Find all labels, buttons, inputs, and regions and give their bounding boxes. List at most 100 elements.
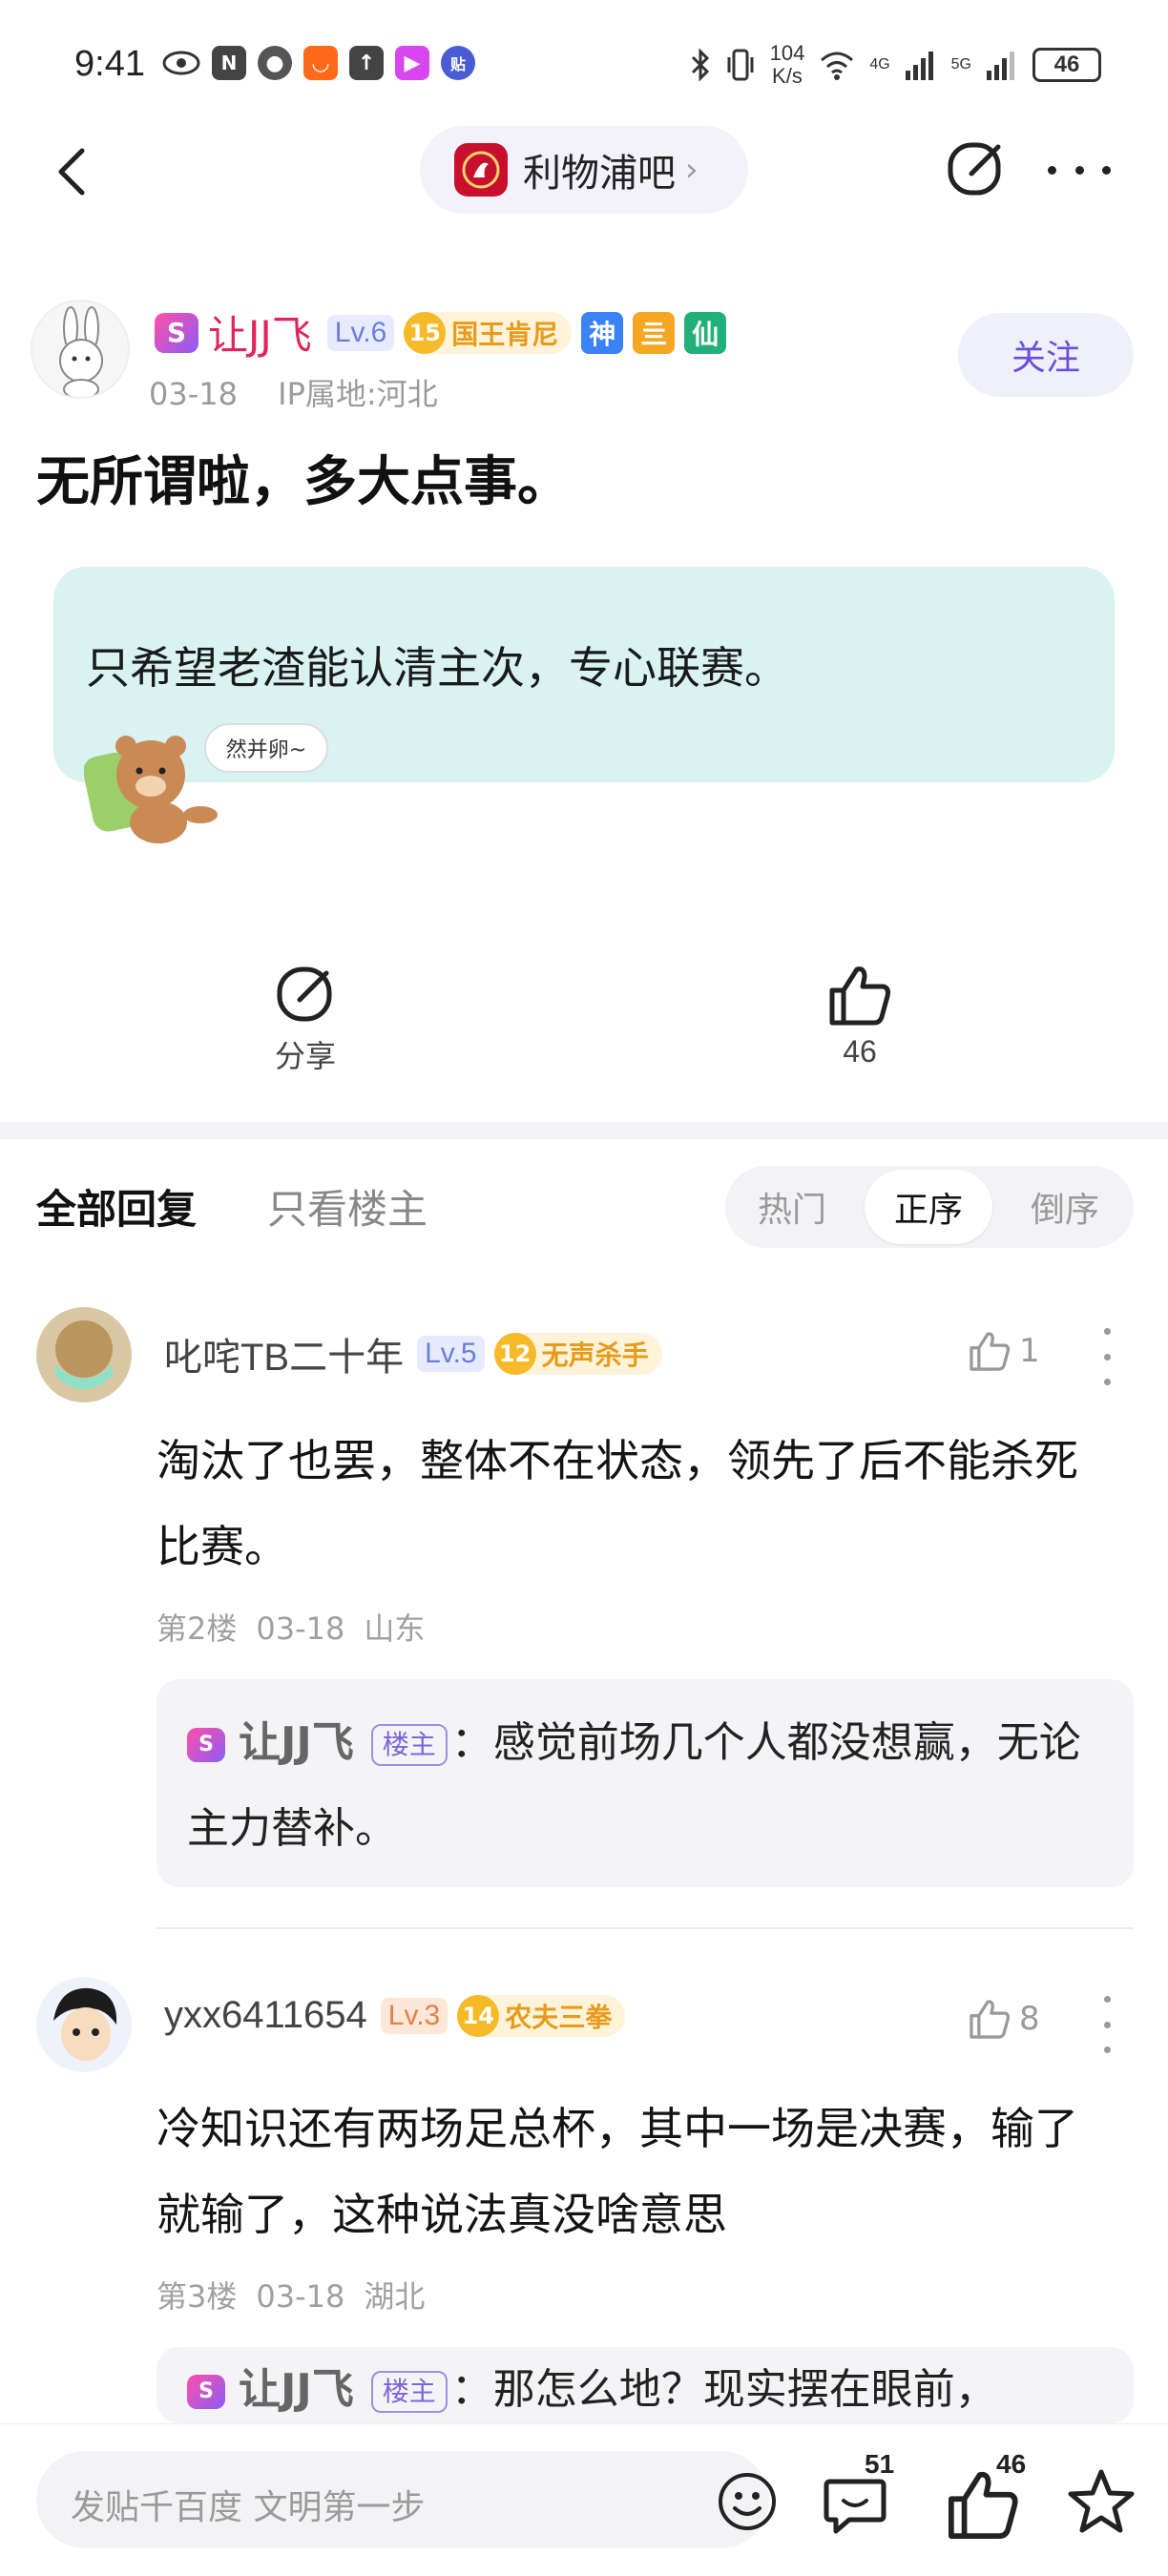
sub-reply-author[interactable]: 让JJ飞 [239,2365,354,2414]
nav-bar: 利物浦吧 › [0,124,1168,219]
comment-header: yxx6411654 Lv.3 14 农夫三拳 [164,1994,626,2037]
honor-level: 14 [457,1994,500,2037]
taobao-icon: ◡ [303,46,338,80]
sort-hot[interactable]: 热门 [725,1166,859,1248]
chevron-right-icon: › [685,151,699,189]
post-title: 无所谓啦，多大点事。 [36,451,571,513]
comment-date: 03-18 [256,2278,345,2315]
comment-like-count: 1 [1019,1332,1040,1370]
share-icon [277,966,332,1022]
comment-like-button[interactable]: 1 [968,1330,1040,1372]
share-button[interactable]: 分享 [275,964,336,1076]
author-line: S 让JJ飞 Lv.6 15 国王肯尼 神 亖 仙 [155,303,727,362]
signal-icon [905,52,933,80]
sub-reply[interactable]: S 让JJ飞 楼主 ：感觉前场几个人都没想赢，无论主力替补。 [156,1679,1134,1887]
badge-shen: 神 [581,311,624,354]
reply-input[interactable]: 发贴千百度 文明第一步 [36,2451,776,2548]
like-count: 46 [843,1034,877,1069]
author-level-badge: Lv.6 [326,314,395,351]
sort-switcher: 热门 正序 倒序 [725,1166,1134,1248]
tab-op-only[interactable]: 只看楼主 [267,1177,428,1236]
tieba-icon: 贴 [441,46,475,80]
member-s-icon: S [155,312,198,353]
sub-reply-text: ：那怎么地？现实摆在眼前， [450,2365,997,2414]
reply-tabs: 全部回复 只看楼主 热门 正序 倒序 [0,1166,1168,1261]
tab-all-replies[interactable]: 全部回复 [36,1177,197,1236]
honor-level: 12 [493,1333,536,1375]
sort-ascending[interactable]: 正序 [865,1170,992,1244]
forum-name: 利物浦吧 [523,152,676,196]
speed-value: 104 [769,41,805,65]
mask-avatar-icon [36,1307,132,1402]
comment-date: 03-18 [256,1610,345,1647]
comment-honor-badge: 14 农夫三拳 [457,1994,626,2037]
back-button[interactable] [46,143,103,200]
follow-button[interactable]: 关注 [958,313,1134,397]
author-honor-badge: 15 国王肯尼 [404,311,573,354]
bear-sticker-icon [84,736,218,843]
comment-meta: 第2楼 03-18 山东 [156,1605,444,1649]
comment-honor-badge: 12 无声杀手 [493,1333,662,1375]
sort-descending[interactable]: 倒序 [998,1166,1132,1248]
comment-location: 山东 [364,1610,426,1647]
comment-divider [156,1927,1134,1929]
post-date: 03-18 [149,376,238,412]
status-right: 104 K/s 4G 5G 46 [690,42,1101,88]
comment-author[interactable]: 叱咤TB二十年 [164,1326,404,1381]
author-avatar[interactable] [31,300,130,399]
post-body: 只希望老渣能认清主次，专心联赛。 [86,642,788,694]
honor-level: 15 [404,311,447,354]
badge-xian: 仙 [684,311,727,354]
vibrate-icon [727,49,754,81]
op-tag: 楼主 [370,2371,448,2413]
share-label: 分享 [275,1039,337,1073]
comment-floor: 第3楼 [156,2278,238,2315]
op-tag: 楼主 [370,1724,448,1766]
sub-reply[interactable]: S 让JJ飞 楼主 ：那怎么地？现实摆在眼前， [156,2347,1134,2423]
thumbs-up-icon [970,1332,1011,1371]
notification-icons: N ● ◡ ↑ ▶ 贴 [162,46,475,80]
rabbit-avatar-icon [59,306,103,397]
signal-icon-2 [987,52,1014,80]
thumbs-up-icon [970,2000,1011,2039]
comment-author[interactable]: yxx6411654 [164,1994,367,2037]
honor-title: 国王肯尼 [451,318,559,350]
comment-like-button[interactable]: 8 [968,1998,1040,2040]
author-name[interactable]: 让JJ飞 [208,303,312,362]
comment-more-button[interactable] [1097,1328,1116,1385]
anime-avatar-icon [36,1977,132,2072]
favorite-star-button[interactable] [1063,2464,1139,2541]
thumbs-up-icon [829,966,890,1026]
upload-icon: ↑ [349,46,384,80]
network-speed: 104 K/s [770,42,805,88]
comment-avatar[interactable] [36,1307,132,1402]
compose-button[interactable] [945,137,1008,200]
comment-location: 湖北 [364,2278,426,2315]
comment-avatar[interactable] [36,1977,132,2072]
section-divider [0,1122,1168,1139]
comment-level-badge: Lv.5 [417,1336,485,1372]
network-b-label: 5G [950,56,971,73]
honor-title: 无声杀手 [541,1340,649,1371]
post-actions: 分享 46 [0,964,1168,1088]
bluetooth-icon [691,48,709,82]
like-button[interactable]: 46 [826,964,893,1070]
wifi-icon [821,52,854,80]
forum-link[interactable]: 利物浦吧 › [420,126,748,214]
more-options-button[interactable] [1048,151,1111,189]
network-a-label: 4G [869,56,890,73]
battery-indicator: 46 [1032,48,1101,82]
speed-unit: K/s [772,64,803,88]
badge-libra: 亖 [633,311,676,354]
comment-like-count: 8 [1019,2000,1040,2038]
eye-icon [162,51,200,75]
nfc-icon: N [212,46,246,80]
comment-floor: 第2楼 [156,1610,238,1647]
app-notification-icon: ● [258,46,292,80]
post-ip: IP属地:河北 [278,376,438,412]
sub-reply-author[interactable]: 让JJ飞 [239,1718,354,1767]
comment-more-button[interactable] [1097,1996,1116,2053]
comment-text: 冷知识还有两场足总杯，其中一场是决赛，输了就输了，这种说法真没啥意思 [156,2103,1078,2240]
video-app-icon: ▶ [395,46,429,80]
emoji-button[interactable] [716,2470,779,2533]
